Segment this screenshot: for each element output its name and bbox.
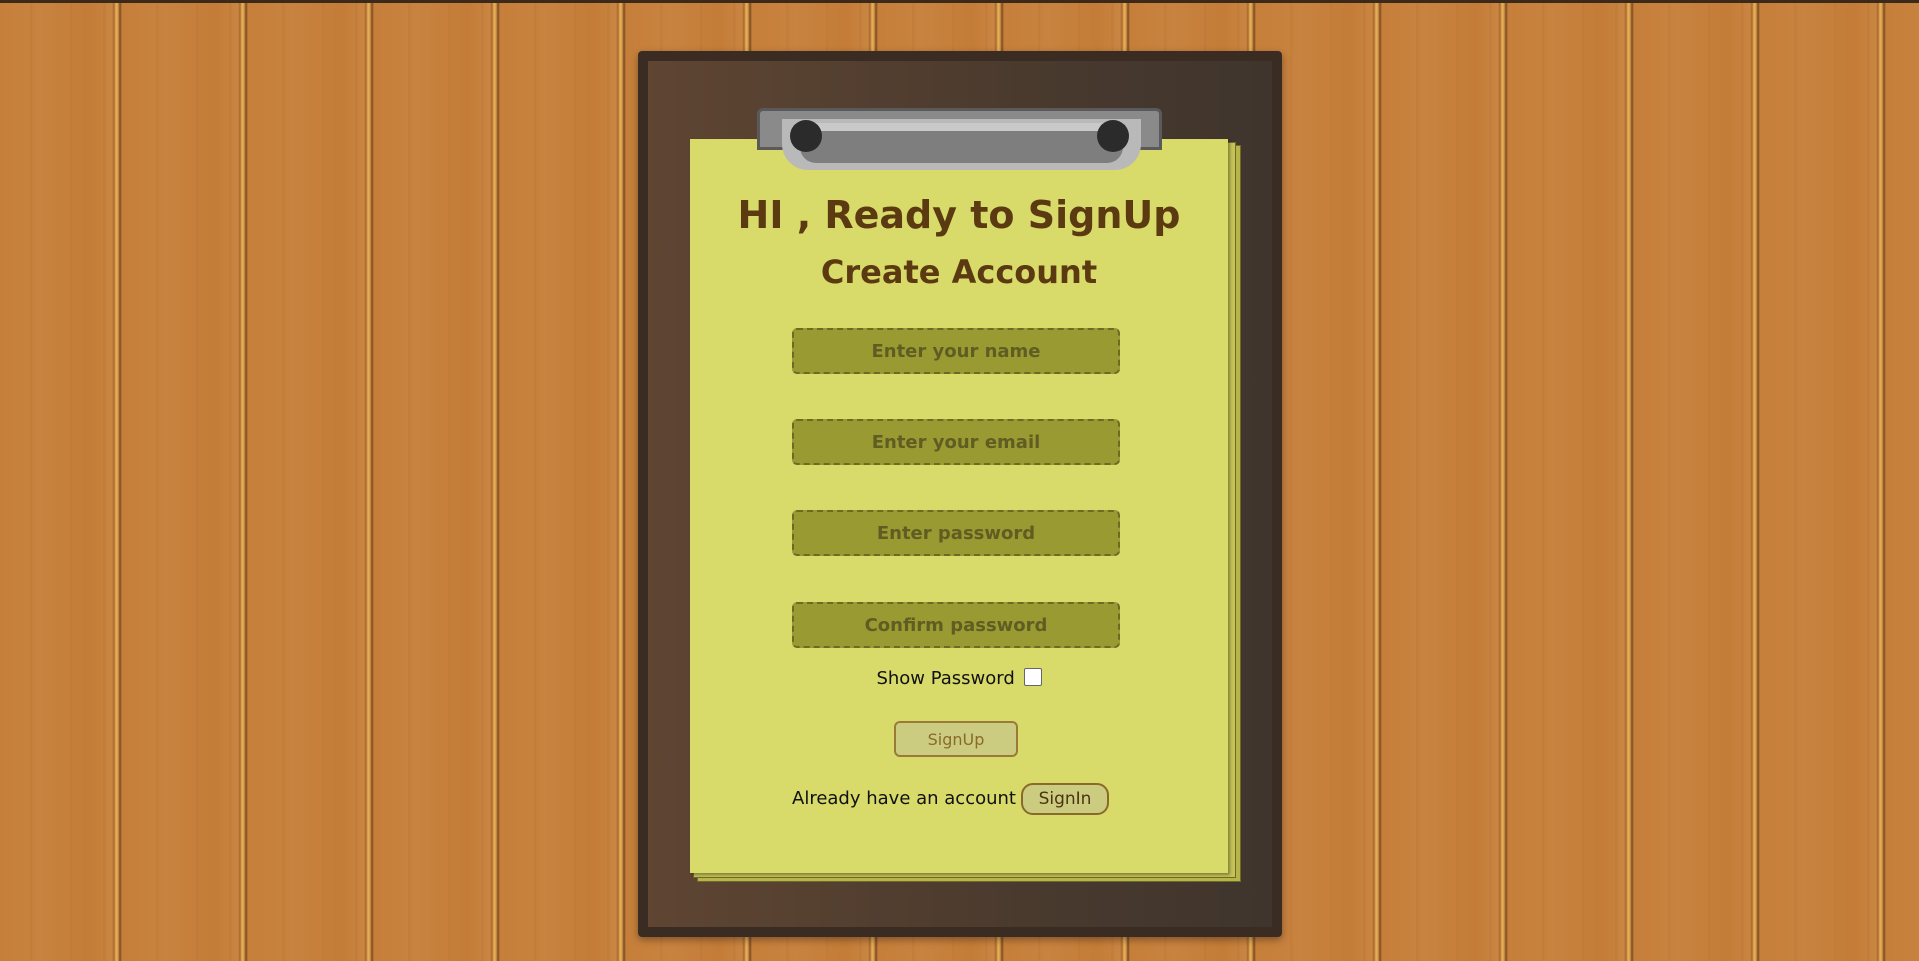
confirm-password-input[interactable]: [792, 602, 1120, 648]
page-title: HI , Ready to SignUp: [737, 193, 1181, 237]
clip-bolt-left: [790, 120, 822, 152]
show-password-label: Show Password: [876, 668, 1015, 689]
clip-bolt-right: [1097, 120, 1129, 152]
email-input[interactable]: [792, 419, 1120, 465]
signin-button[interactable]: SignIn: [1021, 783, 1109, 815]
clip-bar: [782, 119, 1141, 170]
show-password-row: Show Password: [690, 668, 1228, 689]
name-input[interactable]: [792, 328, 1120, 374]
form-subtitle: Create Account: [820, 253, 1098, 291]
paper-sheet: [690, 139, 1228, 873]
show-password-checkbox[interactable]: [1023, 668, 1042, 686]
password-input[interactable]: [792, 510, 1120, 556]
signup-button[interactable]: SignUp: [894, 721, 1018, 757]
already-account-text: Already have an account: [792, 788, 1016, 809]
